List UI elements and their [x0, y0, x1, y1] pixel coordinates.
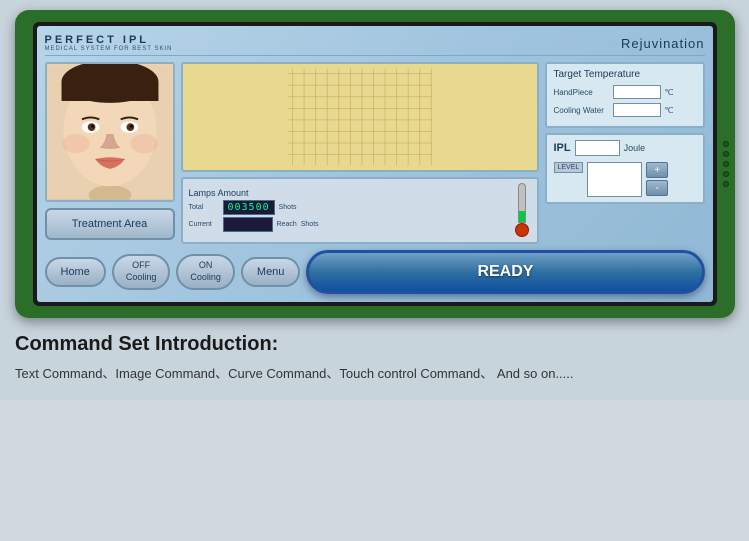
lamps-total-unit: Shots — [279, 204, 297, 211]
lcd-screen: PERFECT IPL MEDICAL SYSTEM FOR BEST SKIN… — [37, 26, 713, 302]
bottom-buttons: Home OFF Cooling ON Cooling Menu READY — [45, 250, 705, 294]
handpiece-row: HandPiece ℃ — [554, 85, 696, 99]
menu-button[interactable]: Menu — [241, 257, 301, 287]
device: PERFECT IPL MEDICAL SYSTEM FOR BEST SKIN… — [15, 10, 735, 318]
thermo-tube — [518, 183, 526, 223]
lamps-total-label: Total — [189, 204, 219, 211]
level-section: LEVEL + - — [554, 162, 696, 197]
lamps-total-row: Total 003500 Shots — [189, 200, 507, 215]
treatment-area-button[interactable]: Treatment Area — [45, 208, 175, 240]
screw-dot — [723, 141, 729, 147]
on-cooling-line2: Cooling — [190, 272, 221, 284]
ipl-label: IPL — [554, 142, 571, 154]
ipl-box: IPL Joule LEVEL + - — [545, 133, 705, 204]
lamps-box: Lamps Amount Total 003500 Shots Current — [181, 177, 539, 244]
handpiece-input[interactable] — [613, 85, 661, 99]
ready-button[interactable]: READY — [306, 250, 704, 294]
brand-title: PERFECT IPL — [45, 34, 173, 46]
level-label: LEVEL — [554, 162, 584, 173]
ipl-input[interactable] — [575, 140, 620, 156]
target-temp-title: Target Temperature — [554, 69, 696, 80]
lamps-reach-label: Reach — [277, 221, 297, 228]
level-minus-button[interactable]: - — [646, 180, 668, 196]
ipl-row: IPL Joule — [554, 140, 696, 156]
right-panel: Target Temperature HandPiece ℃ Cooling W… — [545, 62, 705, 244]
photo-area: Treatment Area — [45, 62, 175, 244]
grid-svg — [183, 64, 537, 170]
cooling-water-input[interactable] — [613, 103, 661, 117]
bottom-text-section: Command Set Introduction: Text Command、I… — [10, 318, 739, 390]
screw-dot — [723, 181, 729, 187]
screen-title: Rejuvination — [621, 36, 705, 51]
lamps-current-label: Current — [189, 221, 219, 228]
target-temp-box: Target Temperature HandPiece ℃ Cooling W… — [545, 62, 705, 128]
cooling-water-row: Cooling Water ℃ — [554, 103, 696, 117]
grid-area — [181, 62, 539, 172]
brand-block: PERFECT IPL MEDICAL SYSTEM FOR BEST SKIN — [45, 34, 173, 52]
cooling-water-unit: ℃ — [665, 106, 674, 115]
bottom-heading: Command Set Introduction: — [15, 333, 734, 356]
cooling-water-label: Cooling Water — [554, 106, 609, 115]
level-buttons: + - — [646, 162, 668, 196]
face-svg — [47, 64, 173, 200]
off-cooling-button[interactable]: OFF Cooling — [112, 254, 171, 289]
bottom-body: Text Command、Image Command、Curve Command… — [15, 364, 734, 385]
lamps-title: Lamps Amount — [189, 188, 507, 198]
home-button[interactable]: Home — [45, 257, 106, 287]
on-cooling-line1: ON — [190, 260, 221, 272]
screw-dot — [723, 171, 729, 177]
lamps-current-value — [223, 217, 273, 232]
lamps-total-value: 003500 — [223, 200, 275, 215]
brand-subtitle: MEDICAL SYSTEM FOR BEST SKIN — [45, 46, 173, 52]
center-panel: Lamps Amount Total 003500 Shots Current — [181, 62, 539, 244]
ipl-unit: Joule — [624, 143, 646, 153]
lamps-current-unit: Shots — [301, 221, 319, 228]
thermometer — [513, 183, 531, 238]
lamps-inner: Lamps Amount Total 003500 Shots Current — [189, 188, 507, 234]
off-cooling-line1: OFF — [126, 260, 157, 272]
off-cooling-line2: Cooling — [126, 272, 157, 284]
thermo-bulb — [515, 223, 529, 237]
face-photo — [45, 62, 175, 202]
thermo-fill — [519, 211, 525, 222]
handpiece-unit: ℃ — [665, 88, 674, 97]
level-plus-button[interactable]: + — [646, 162, 668, 178]
on-cooling-button[interactable]: ON Cooling — [176, 254, 235, 289]
handpiece-label: HandPiece — [554, 88, 609, 97]
level-display — [587, 162, 642, 197]
screw-dots — [723, 141, 729, 187]
main-content: Treatment Area — [45, 62, 705, 244]
header-bar: PERFECT IPL MEDICAL SYSTEM FOR BEST SKIN… — [45, 34, 705, 56]
screen-bezel: PERFECT IPL MEDICAL SYSTEM FOR BEST SKIN… — [33, 22, 717, 306]
screw-dot — [723, 151, 729, 157]
lamps-current-row: Current Reach Shots — [189, 217, 507, 232]
screw-dot — [723, 161, 729, 167]
page-wrapper: PERFECT IPL MEDICAL SYSTEM FOR BEST SKIN… — [0, 0, 749, 400]
